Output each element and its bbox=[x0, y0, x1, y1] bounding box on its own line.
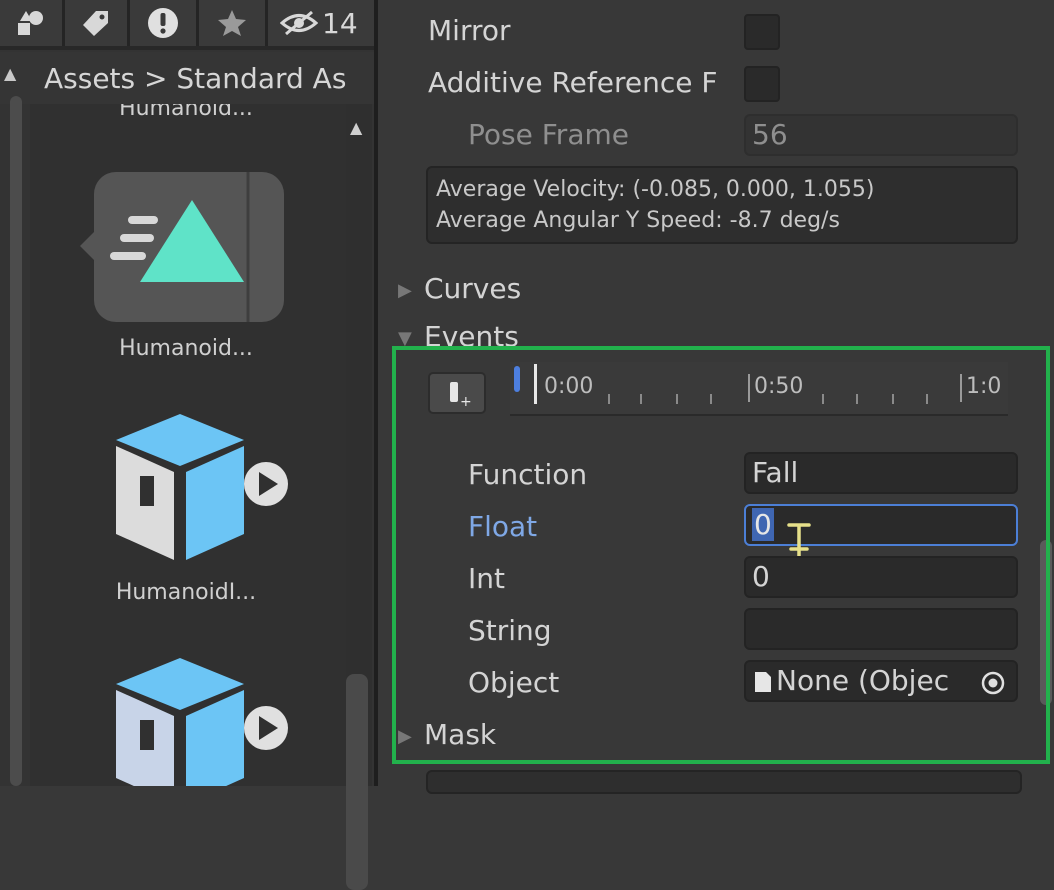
velocity-info-box: Average Velocity: (-0.085, 0.000, 1.055)… bbox=[426, 166, 1018, 244]
angular-speed-text: Average Angular Y Speed: -8.7 deg/s bbox=[436, 208, 840, 233]
foldout-expanded-icon: ▼ bbox=[398, 327, 412, 347]
asset-item-model[interactable] bbox=[104, 654, 294, 786]
average-velocity-text: Average Velocity: (-0.085, 0.000, 1.055) bbox=[436, 177, 875, 202]
folder-tree-scrollbar[interactable] bbox=[4, 96, 26, 786]
scrollbar-thumb[interactable] bbox=[346, 674, 368, 890]
pose-frame-field: 56 bbox=[744, 114, 1018, 156]
mirror-checkbox[interactable] bbox=[744, 14, 780, 50]
collapse-up-icon[interactable]: ▲ bbox=[4, 64, 16, 83]
next-section-field bbox=[426, 770, 1022, 794]
favorites-button[interactable] bbox=[199, 0, 268, 46]
filter-by-label-button[interactable] bbox=[65, 0, 130, 46]
pose-frame-label: Pose Frame bbox=[468, 118, 629, 151]
events-foldout[interactable]: ▼ Events bbox=[398, 320, 519, 346]
curves-label: Curves bbox=[424, 272, 522, 305]
foldout-collapsed-icon: ▶ bbox=[398, 279, 412, 301]
star-icon bbox=[218, 10, 246, 36]
highlight-box bbox=[392, 346, 1050, 764]
animation-clip-icon bbox=[80, 172, 284, 322]
asset-grid: Humanoid... Humanoid... HumanoidI... bbox=[30, 104, 346, 786]
mirror-label: Mirror bbox=[428, 14, 511, 47]
asset-label-cut[interactable]: Humanoid... bbox=[36, 104, 336, 121]
project-panel: 14 ▲ Assets > Standard As Humanoid... Hu… bbox=[0, 0, 376, 890]
scrollbar-thumb[interactable] bbox=[10, 96, 22, 786]
asset-grid-scrollbar[interactable]: ▲ bbox=[346, 104, 372, 890]
asset-label[interactable]: Humanoid... bbox=[36, 336, 336, 361]
additive-reference-label: Additive Reference F bbox=[428, 66, 718, 99]
prefab-model-icon bbox=[116, 658, 288, 786]
warning-icon bbox=[148, 8, 178, 38]
prefab-model-icon bbox=[116, 414, 288, 560]
events-label: Events bbox=[424, 320, 519, 346]
filter-by-type-button[interactable] bbox=[0, 0, 65, 46]
additive-reference-checkbox[interactable] bbox=[744, 66, 780, 102]
hidden-packages-button[interactable]: 14 bbox=[268, 0, 376, 46]
scroll-up-icon[interactable]: ▲ bbox=[350, 118, 362, 137]
breadcrumb-path[interactable]: Assets > Standard As bbox=[44, 62, 346, 95]
asset-item-model[interactable] bbox=[104, 410, 294, 570]
hidden-count: 14 bbox=[322, 6, 358, 40]
asset-label[interactable]: HumanoidI... bbox=[36, 580, 336, 605]
breadcrumb: ▲ Assets > Standard As bbox=[0, 52, 376, 104]
tag-icon bbox=[83, 11, 108, 36]
asset-item-animation-clip[interactable] bbox=[74, 170, 294, 330]
hidden-eye-icon bbox=[280, 10, 318, 36]
warnings-filter-button[interactable] bbox=[130, 0, 199, 46]
curves-foldout[interactable]: ▶ Curves bbox=[398, 272, 521, 305]
project-toolbar: 14 bbox=[0, 0, 376, 50]
shapes-icon bbox=[18, 11, 43, 35]
